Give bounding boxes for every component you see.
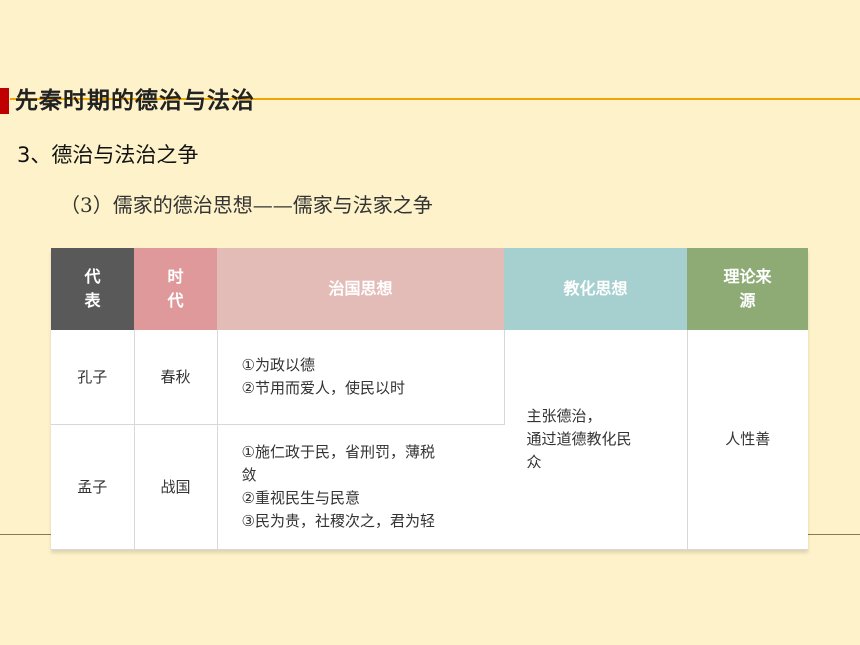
cell-era: 战国 [134, 424, 218, 550]
header-education: 教化思想 [504, 248, 687, 330]
table-header-row: 代 表 时 代 治国思想 教化思想 理论来 源 [51, 248, 808, 330]
title-accent-bar [0, 88, 9, 114]
cell-representative: 孟子 [51, 424, 135, 550]
cell-education: 主张德治， 通过道德教化民 众 [504, 330, 688, 550]
cell-representative: 孔子 [51, 330, 135, 425]
page-title: 先秦时期的德治与法治 [15, 88, 255, 114]
cell-era: 春秋 [134, 330, 218, 425]
cell-governance: ①为政以德 ②节用而爱人，使民以时 [217, 330, 505, 425]
subsection-heading: （3）儒家的德治思想——儒家与法家之争 [60, 193, 433, 217]
header-theory: 理论来 源 [687, 248, 808, 330]
header-governance: 治国思想 [217, 248, 504, 330]
comparison-table: 代 表 时 代 治国思想 教化思想 理论来 源 孔子 春秋 ①为政以德 ②节用而… [51, 248, 808, 550]
header-representative: 代 表 [51, 248, 134, 330]
cell-governance: ①施仁政于民，省刑罚，薄税 敛 ②重视民生与民意 ③民为贵，社稷次之，君为轻 [217, 424, 504, 550]
table-row: 孔子 春秋 ①为政以德 ②节用而爱人，使民以时 主张德治， 通过道德教化民 众 … [51, 330, 808, 550]
section-heading: 3、德治与法治之争 [17, 143, 199, 167]
cell-theory: 人性善 [687, 330, 808, 550]
header-era: 时 代 [134, 248, 217, 330]
